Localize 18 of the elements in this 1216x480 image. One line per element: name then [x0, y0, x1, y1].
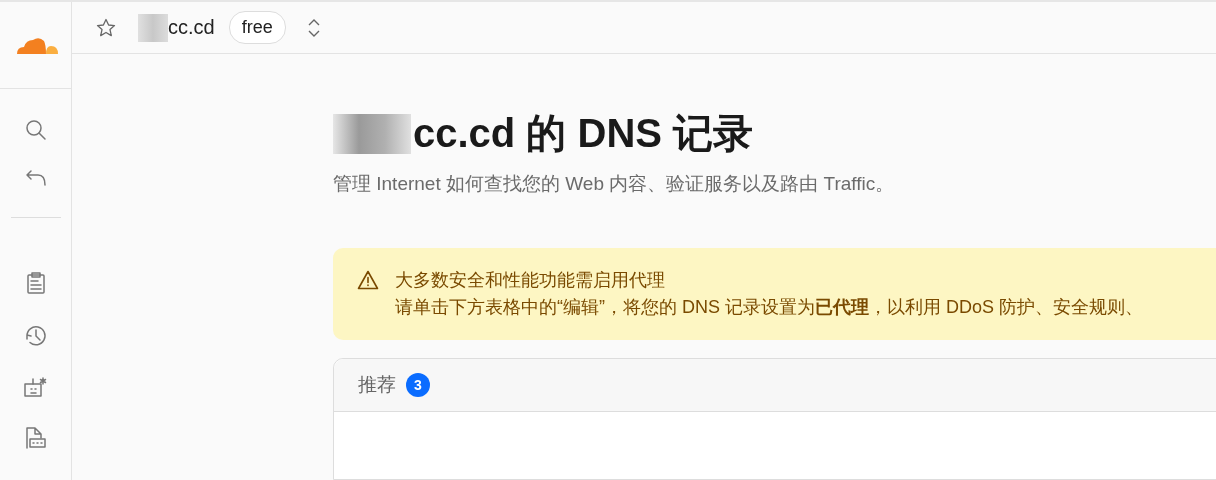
count-badge: 3: [406, 373, 430, 397]
history-icon[interactable]: [23, 324, 48, 348]
search-icon[interactable]: [24, 119, 47, 141]
page-title: cc.cd 的 DNS 记录: [413, 110, 754, 157]
banner-message: 请单击下方表格中的“编辑”，将您的 DNS 记录设置为已代理，以利用 DDoS 防护、安全规则、: [395, 296, 1144, 319]
page-subtitle: 管理 Internet 如何查找您的 Web 内容、验证服务以及路由 Traffic。: [333, 172, 896, 196]
warning-icon: [357, 270, 379, 290]
undo-icon[interactable]: [24, 167, 47, 187]
clipboard-icon[interactable]: [26, 272, 45, 294]
plan-badge: free: [228, 11, 286, 44]
robot-icon[interactable]: [23, 376, 48, 398]
star-icon[interactable]: [96, 17, 116, 38]
chevron-updown-icon[interactable]: [307, 17, 320, 38]
document-icon[interactable]: [24, 426, 47, 450]
domain-name[interactable]: cc.cd: [168, 16, 215, 39]
banner-title: 大多数安全和性能功能需启用代理: [395, 269, 666, 292]
redacted-block: [138, 13, 168, 42]
card-title: 推荐: [358, 373, 396, 397]
